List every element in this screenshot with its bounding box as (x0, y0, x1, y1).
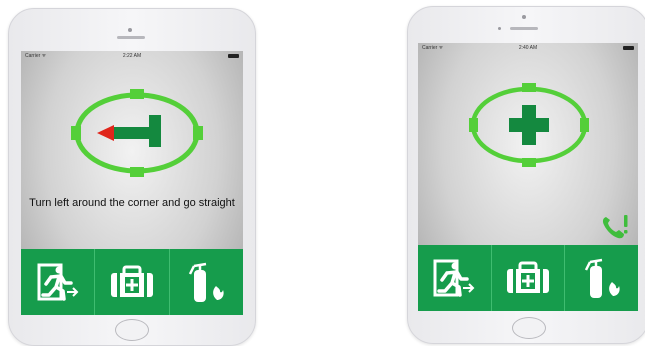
tab-fire-extinguisher[interactable] (564, 245, 638, 311)
camera-dot (522, 15, 526, 19)
bottom-tab-bar (21, 249, 243, 315)
battery-icon (623, 46, 634, 50)
phone-left: Carrier ᯤ 2:22 AM Turn left around the c… (8, 8, 256, 346)
first-aid-cross-icon (509, 105, 549, 145)
fire-extinguisher-icon (584, 258, 620, 298)
emergency-exit-icon (433, 259, 475, 297)
tab-emergency-exit[interactable] (21, 249, 94, 315)
instruction-text: Turn left around the corner and go strai… (29, 197, 235, 209)
status-bar: Carrier ᯤ 2:40 AM (418, 43, 638, 53)
direction-indicator (71, 89, 203, 177)
tab-emergency-exit[interactable] (418, 245, 491, 311)
tab-first-aid[interactable] (94, 249, 168, 315)
phone-right: Carrier ᯤ 2:40 AM (407, 6, 645, 344)
emergency-call-icon[interactable] (600, 213, 630, 241)
tab-fire-extinguisher[interactable] (168, 249, 243, 315)
first-aid-kit-icon (507, 261, 549, 293)
bottom-tab-bar (418, 245, 638, 311)
camera-dot (128, 28, 132, 32)
fire-extinguisher-icon (189, 262, 224, 302)
home-button[interactable] (115, 319, 149, 341)
turn-left-arrow-icon (97, 115, 161, 147)
earpiece (510, 27, 538, 30)
front-sensor (498, 27, 501, 30)
app-screen: Carrier ᯤ 2:22 AM Turn left around the c… (21, 51, 243, 315)
app-screen: Carrier ᯤ 2:40 AM (418, 43, 638, 311)
earpiece (117, 36, 145, 39)
battery-icon (228, 54, 239, 58)
status-time: 2:22 AM (122, 53, 142, 59)
first-aid-kit-icon (110, 265, 153, 297)
status-bar: Carrier ᯤ 2:22 AM (21, 51, 243, 61)
first-aid-indicator (469, 83, 589, 167)
status-time: 2:40 AM (518, 45, 538, 51)
home-button[interactable] (512, 317, 546, 339)
tab-first-aid[interactable] (490, 245, 565, 311)
emergency-exit-icon (37, 263, 79, 301)
